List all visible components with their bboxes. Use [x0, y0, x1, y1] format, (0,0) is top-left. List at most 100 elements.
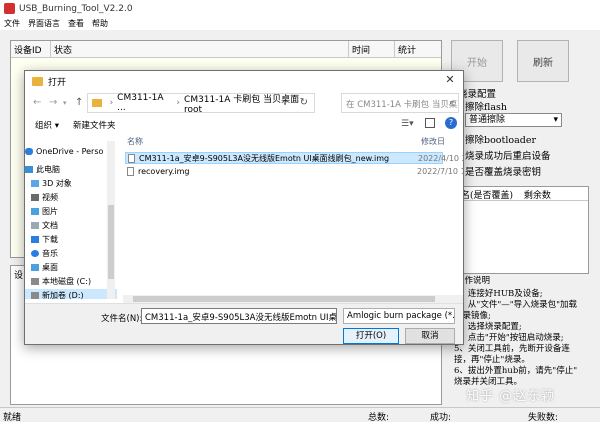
app-icon — [4, 3, 15, 14]
folder-icon — [92, 99, 102, 107]
success-label: 成功: — [430, 413, 452, 422]
download-icon — [31, 235, 39, 243]
col-modified[interactable]: 修改日 — [421, 136, 445, 147]
file-date: 2022/4/10 2 — [418, 153, 464, 163]
filename-input[interactable]: CM311-1a_安卓9-S905L3A没无线版Emotn UI桌面线刷包 — [141, 308, 337, 324]
chevron-down-icon[interactable]: ∨ — [282, 98, 288, 107]
chevron-down-icon[interactable]: ▾ — [63, 99, 67, 107]
device-table-header: 设备ID 状态 时间 统计 — [11, 41, 441, 58]
back-arrow-icon[interactable]: ← — [33, 97, 41, 108]
breadcrumb-separator-icon: › — [176, 98, 181, 108]
menu-file[interactable]: 文件 — [0, 18, 24, 29]
status-bar: 就绪 总数: 成功: 失败数: — [0, 407, 600, 422]
key-col-name: 名(是否覆盖) — [461, 191, 514, 201]
menu-language[interactable]: 界面语言 — [24, 18, 64, 29]
nav-item-desktop[interactable]: 桌面 — [25, 261, 117, 273]
open-file-dialog[interactable]: 打开 ✕ ← → ▾ ↑ › CM311-1A ... › CM311-1A 卡… — [24, 70, 464, 345]
file-row[interactable]: recovery.img 2022/7/10 1 — [125, 165, 463, 177]
nav-item-documents[interactable]: 文档 — [25, 219, 117, 231]
instruction-line: 接，再"停止"烧录。 — [454, 355, 530, 365]
drive-icon — [31, 291, 39, 299]
dialog-title: 打开 — [48, 77, 67, 88]
menu-help[interactable]: 帮助 — [88, 18, 112, 29]
instruction-line: 5、关闭工具前，先断开设备连 — [454, 344, 570, 354]
col-device-id[interactable]: 设备ID — [11, 41, 51, 57]
col-time[interactable]: 时间 — [349, 41, 395, 57]
nav-item-this-pc[interactable]: 此电脑 — [25, 163, 117, 175]
video-icon — [31, 193, 39, 201]
nav-item-downloads[interactable]: 下载 — [25, 233, 117, 245]
file-name: recovery.img — [138, 166, 190, 176]
col-name[interactable]: 名称 — [127, 136, 143, 147]
file-row[interactable]: CM311-1a_安卓9-S905L3A没无线版Emotn UI桌面线刷包_ne… — [125, 152, 463, 164]
file-date: 2022/7/10 1 — [417, 166, 464, 176]
dialog-toolbar: 组织 ▾ 新建文件夹 ☰▾ ? — [25, 117, 463, 133]
instruction-line: 1、连接好HUB及设备; — [454, 289, 543, 299]
menu-view[interactable]: 查看 — [64, 18, 88, 29]
breadcrumb-separator-icon: › — [109, 98, 114, 108]
document-icon — [31, 221, 39, 229]
filetype-select[interactable]: Amlogic burn package (*.img — [343, 308, 455, 324]
dialog-title-bar: 打开 ✕ — [25, 71, 463, 91]
address-bar[interactable]: › CM311-1A ... › CM311-1A 卡刷包 当贝桌面 root … — [87, 92, 315, 115]
breadcrumb-item[interactable]: CM311-1A ... — [117, 93, 172, 113]
horizontal-scrollbar[interactable] — [123, 295, 463, 303]
scrollbar-thumb[interactable] — [133, 296, 435, 302]
nav-pane-scrollbar[interactable] — [107, 141, 115, 299]
instruction-line: 2、从"文件"—"导入烧录包"加载 — [454, 300, 578, 310]
watermark: 知乎 @赵东颖 — [466, 389, 556, 404]
erase-bootloader-label[interactable]: 擦除bootloader — [465, 132, 536, 146]
file-icon — [128, 153, 135, 163]
instruction-line: 6、拔出外置hub前，请先"停止" — [454, 366, 578, 376]
col-stats[interactable]: 统计 — [395, 41, 441, 57]
col-status[interactable]: 状态 — [51, 41, 349, 57]
file-icon — [127, 166, 134, 176]
refresh-icon[interactable]: ↻ — [300, 97, 308, 108]
menu-bar: 文件 界面语言 查看 帮助 — [0, 17, 600, 30]
nav-item-local-disk-c[interactable]: 本地磁盘 (C:) — [25, 275, 117, 287]
instruction-line: 4、点击"开始"按钮启动烧录; — [454, 333, 564, 343]
nav-item-pictures[interactable]: 图片 — [25, 205, 117, 217]
instruction-line: 3、选择烧录配置; — [454, 322, 522, 332]
cloud-icon — [25, 147, 33, 155]
log-table-header: 设 — [14, 271, 24, 281]
computer-icon — [25, 165, 33, 173]
cancel-button[interactable]: 取消 — [405, 328, 455, 344]
window-title: USB_Burning_Tool_V2.2.0 — [19, 3, 133, 14]
search-placeholder: 在 CM311-1A 卡刷包 当贝桌面... — [346, 100, 458, 110]
navigation-row: ← → ▾ ↑ › CM311-1A ... › CM311-1A 卡刷包 当贝… — [25, 93, 463, 115]
nav-item-onedrive[interactable]: OneDrive - Perso — [25, 145, 117, 157]
nav-item-3d-objects[interactable]: 3D 对象 — [25, 177, 117, 189]
view-options-icon[interactable]: ☰▾ — [401, 119, 414, 129]
open-button[interactable]: 打开(O) — [343, 328, 399, 344]
overwrite-key-label[interactable]: 是否覆盖烧录密钥 — [465, 164, 541, 178]
reset-after-label[interactable]: 烧录成功后重启设备 — [465, 148, 551, 162]
help-icon[interactable]: ? — [445, 117, 457, 129]
organize-button[interactable]: 组织 ▾ — [35, 119, 59, 131]
preview-pane-icon[interactable] — [425, 118, 435, 128]
erase-mode-select[interactable]: 普通擦除 — [465, 113, 562, 127]
search-input[interactable]: 在 CM311-1A 卡刷包 当贝桌面... ⌕ — [341, 93, 459, 113]
nav-item-new-volume-d[interactable]: 新加卷 (D:) — [25, 289, 117, 299]
key-table-header: 名(是否覆盖) 剩余数 — [459, 187, 588, 201]
up-arrow-icon[interactable]: ↑ — [75, 97, 83, 108]
filename-label: 文件名(N): — [101, 314, 143, 324]
erase-flash-label[interactable]: 擦除flash — [465, 99, 507, 113]
total-label: 总数: — [368, 413, 390, 422]
fail-label: 失败数: — [528, 413, 559, 422]
nav-item-videos[interactable]: 视频 — [25, 191, 117, 203]
key-table[interactable]: 名(是否覆盖) 剩余数 — [458, 186, 589, 274]
forward-arrow-icon[interactable]: → — [49, 97, 57, 108]
close-icon[interactable]: ✕ — [443, 73, 457, 87]
breadcrumb-item[interactable]: CM311-1A 卡刷包 当贝桌面 root — [184, 92, 314, 115]
refresh-button[interactable]: 刷新 — [517, 40, 569, 82]
scrollbar-thumb[interactable] — [108, 205, 114, 279]
new-folder-button[interactable]: 新建文件夹 — [73, 119, 116, 131]
picture-icon — [31, 207, 39, 215]
nav-item-music[interactable]: 音乐 — [25, 247, 117, 259]
file-list[interactable]: 名称 修改日 CM311-1a_安卓9-S905L3A没无线版Emotn UI桌… — [123, 133, 463, 303]
navigation-pane[interactable]: OneDrive - Perso 此电脑 3D 对象 视频 图片 文档 下载 音… — [25, 135, 117, 299]
file-name: CM311-1a_安卓9-S905L3A没无线版Emotn UI桌面线刷包_ne… — [139, 153, 390, 163]
drive-icon — [31, 277, 39, 285]
music-icon — [31, 249, 39, 257]
